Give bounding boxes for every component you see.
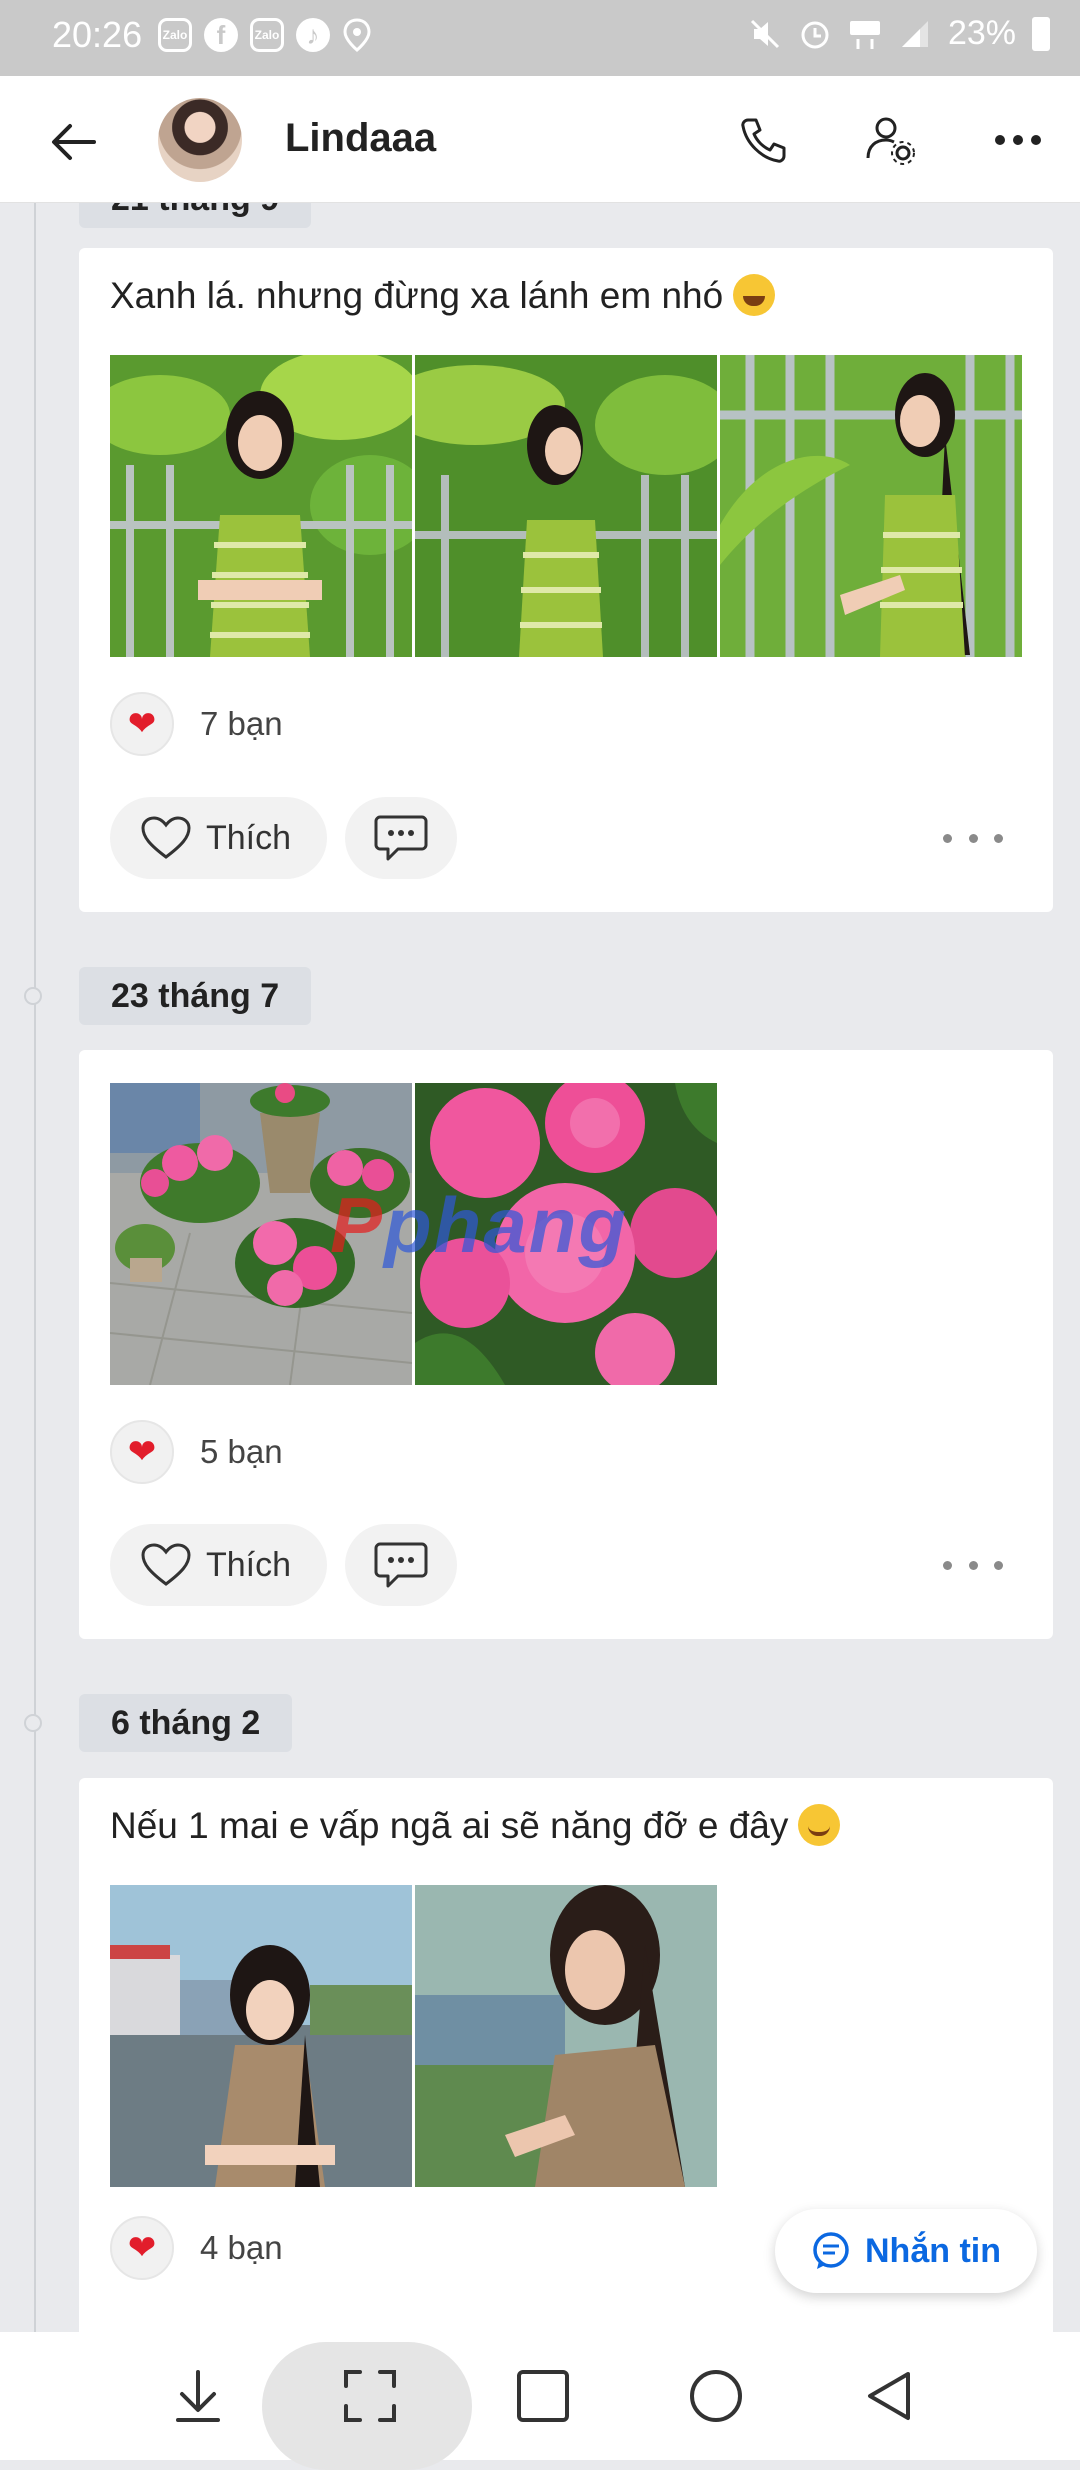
like-label: Thích <box>206 818 292 857</box>
message-button[interactable]: Nhắn tin <box>775 2209 1037 2293</box>
post-actions: Thích <box>110 1524 458 1606</box>
post-card: Xanh lá. nhưng đừng xa lánh em nhó ❤ 7 b… <box>79 248 1053 912</box>
photo-grid <box>110 1885 717 2187</box>
signal-icon <box>901 20 928 47</box>
post-photo[interactable] <box>415 355 717 657</box>
timeline-line <box>34 202 36 2332</box>
tiktok-icon: ♪ <box>296 18 330 52</box>
post-text: Xanh lá. nhưng đừng xa lánh em nhó <box>110 274 776 317</box>
avatar[interactable] <box>158 98 242 182</box>
heart-icon: ❤ <box>110 1420 174 1484</box>
reactions[interactable]: ❤ 5 bạn <box>110 1420 283 1484</box>
heart-outline-icon <box>141 816 191 859</box>
4g-icon <box>849 20 880 49</box>
alarm-icon <box>801 21 829 48</box>
post-photo[interactable] <box>415 1885 717 2187</box>
home-circle-icon <box>690 2370 742 2422</box>
heart-icon: ❤ <box>110 2216 174 2280</box>
comment-icon <box>374 815 428 861</box>
status-bar: 20:26 Zalo f Zalo ♪ 23% <box>0 0 1080 76</box>
post-card: ❤ 5 bạn Thích <box>79 1050 1053 1639</box>
post-more-icon[interactable] <box>943 1545 1003 1585</box>
battery-percentage: 23% <box>947 14 1016 52</box>
back-triangle-icon <box>868 2372 910 2420</box>
nav-recents-button[interactable] <box>503 2332 583 2460</box>
reactions[interactable]: ❤ 7 bạn <box>110 692 283 756</box>
heart-outline-icon <box>141 1543 191 1586</box>
nav-home-button[interactable] <box>676 2332 756 2460</box>
status-time: 20:26 <box>52 14 143 55</box>
back-arrow-icon[interactable] <box>44 112 104 172</box>
like-button[interactable]: Thích <box>110 797 328 879</box>
photo-grid <box>110 355 1022 657</box>
reaction-count: 5 bạn <box>200 1433 283 1470</box>
post-text: Nếu 1 mai e vấp ngã ai sẽ năng đỡ e đây <box>110 1804 841 1847</box>
post-photo[interactable] <box>720 355 1022 657</box>
post-actions: Thích <box>110 797 458 879</box>
capture-frame-icon <box>344 2370 396 2422</box>
comment-button[interactable] <box>345 1524 458 1606</box>
reaction-count: 7 bạn <box>200 705 283 742</box>
notification-icons: Zalo f Zalo ♪ <box>158 18 372 54</box>
post-date: 6 tháng 2 <box>79 1694 293 1752</box>
comment-button[interactable] <box>345 797 458 879</box>
zalo-icon: Zalo <box>250 18 284 52</box>
profile-settings-icon[interactable] <box>862 112 918 168</box>
battery-icon <box>1032 16 1050 51</box>
nav-back-button[interactable] <box>850 2332 930 2460</box>
comment-icon <box>374 1542 428 1588</box>
nav-hide-button[interactable] <box>158 2332 238 2460</box>
contact-name[interactable]: Lindaaa <box>285 116 436 161</box>
smiling-emoji-icon <box>798 1804 841 1846</box>
recents-square-icon <box>517 2370 569 2422</box>
like-label: Thích <box>206 1545 292 1584</box>
reaction-count: 4 bạn <box>200 2229 283 2266</box>
phone-icon[interactable] <box>736 112 792 168</box>
post-photo[interactable] <box>110 1885 412 2187</box>
heart-icon: ❤ <box>110 692 174 756</box>
post-date: 23 tháng 7 <box>79 967 312 1025</box>
system-navigation-bar <box>0 2332 1080 2470</box>
watermark: Pphang <box>330 1181 628 1269</box>
message-icon <box>813 2232 849 2269</box>
location-icon <box>343 18 371 52</box>
post-more-icon[interactable] <box>943 818 1003 858</box>
mute-icon <box>750 19 779 48</box>
reactions[interactable]: ❤ 4 bạn <box>110 2216 283 2280</box>
post-photo[interactable] <box>110 355 412 657</box>
download-arrow-icon <box>176 2370 220 2422</box>
grin-emoji-icon <box>733 274 776 316</box>
timeline-dot <box>24 987 42 1005</box>
timeline-dot <box>24 1714 42 1732</box>
profile-header: Lindaaa <box>0 76 1080 203</box>
facebook-icon: f <box>204 18 238 52</box>
nav-screenshot-button[interactable] <box>330 2332 410 2460</box>
like-button[interactable]: Thích <box>110 1524 328 1606</box>
more-options-icon[interactable] <box>990 112 1046 168</box>
zalo-icon: Zalo <box>158 18 192 52</box>
message-label: Nhắn tin <box>865 2231 1001 2270</box>
